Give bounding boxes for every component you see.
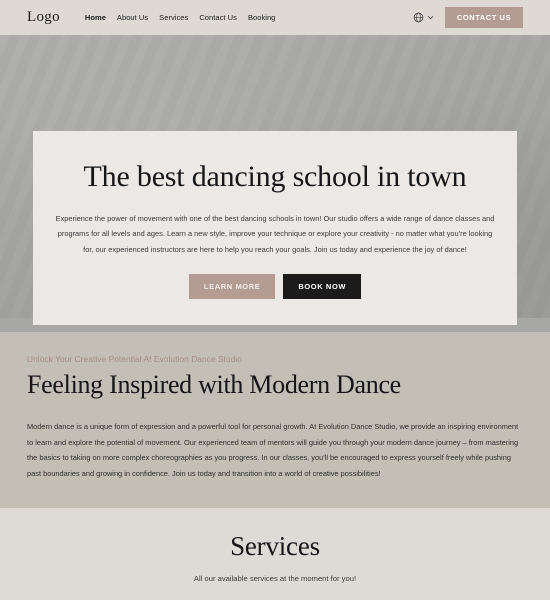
nav-item-about-us[interactable]: About Us — [117, 13, 148, 22]
main-navigation: Home About Us Services Contact Us Bookin… — [85, 13, 276, 22]
contact-us-button[interactable]: CONTACT US — [444, 7, 523, 28]
hero-section: The best dancing school in town Experien… — [0, 35, 550, 332]
inspired-section: Unlock Your Creative Potential At Evolut… — [0, 332, 550, 508]
inspired-eyebrow: Unlock Your Creative Potential At Evolut… — [27, 354, 243, 364]
language-selector[interactable] — [413, 12, 434, 23]
chevron-down-icon — [427, 15, 434, 20]
book-now-button[interactable]: BOOK NOW — [283, 273, 362, 299]
services-section: Services All our available services at t… — [0, 507, 550, 600]
services-subtitle: All our available services at the moment… — [193, 573, 357, 583]
nav-item-home[interactable]: Home — [85, 13, 106, 22]
site-logo[interactable]: Logo — [27, 9, 60, 26]
globe-icon — [413, 12, 424, 23]
site-header: Logo Home About Us Services Contact Us B… — [0, 0, 550, 35]
hero-content-card: The best dancing school in town Experien… — [33, 131, 517, 325]
inspired-paragraph: Modern dance is a unique form of express… — [27, 422, 519, 479]
hero-title: The best dancing school in town — [83, 160, 467, 193]
learn-more-button[interactable]: LEARN MORE — [188, 273, 276, 299]
services-title: Services — [230, 530, 320, 561]
hero-button-group: LEARN MORE BOOK NOW — [55, 273, 495, 299]
hero-paragraph: Experience the power of movement with on… — [55, 214, 495, 254]
nav-item-booking[interactable]: Booking — [248, 13, 275, 22]
nav-item-contact-us[interactable]: Contact Us — [199, 13, 237, 22]
nav-item-services[interactable]: Services — [159, 13, 188, 22]
inspired-title: Feeling Inspired with Modern Dance — [27, 370, 401, 399]
header-actions: CONTACT US — [413, 7, 523, 28]
